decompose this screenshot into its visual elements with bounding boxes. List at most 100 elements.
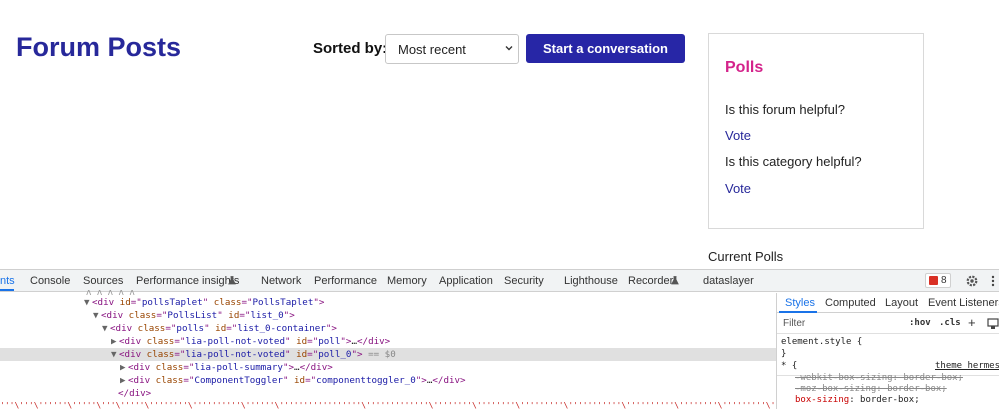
gear-icon[interactable] — [965, 274, 979, 288]
dom-node[interactable]: ▶ <div class="ComponentToggler" id="compo… — [0, 374, 776, 387]
attr-name: class — [132, 323, 166, 334]
tab-lighthouse[interactable]: Lighthouse — [564, 275, 618, 287]
add-rule-icon[interactable]: + — [968, 315, 976, 330]
expand-arrow-icon: ▶ — [120, 375, 126, 386]
attr-value: lia-poll-not-voted — [185, 336, 285, 347]
dom-node-selected[interactable]: ▼ <div class="lia-poll-not-voted" id="pol… — [0, 348, 776, 361]
tab-network[interactable]: Network — [261, 275, 301, 287]
tab-application[interactable]: Application — [439, 275, 493, 287]
css-declaration[interactable]: -webkit-box-sizing: border-box; — [795, 373, 963, 383]
attr-name: id — [288, 375, 306, 386]
rule-source-link[interactable]: theme_hermes. — [935, 361, 999, 371]
attr-value: lia-poll-not-voted — [185, 349, 285, 360]
collapse-arrow-icon: ▼ — [111, 349, 117, 360]
filter-input[interactable]: Filter — [783, 318, 805, 329]
attr-punct: =" — [174, 336, 186, 347]
collapse-arrow-icon: ▼ — [102, 323, 108, 334]
tab-memory[interactable]: Memory — [387, 275, 427, 287]
tab-layout[interactable]: Layout — [885, 297, 918, 309]
closing-tag: </div> — [432, 375, 466, 386]
start-conversation-button[interactable]: Start a conversation — [526, 34, 685, 63]
tab-elements[interactable]: nts — [0, 275, 15, 287]
devtools-tabbar: nts Console Sources Performance insights… — [0, 270, 999, 292]
tab-security[interactable]: Security — [504, 275, 544, 287]
attr-punct: =" — [239, 310, 251, 321]
tag-name: <div — [110, 323, 133, 334]
dom-node[interactable]: ▼ <div id="pollsTaplet" class="PollsTaple… — [0, 296, 776, 309]
styles-tabbar: Styles Computed Layout Event Listeners — [777, 293, 999, 313]
computed-toggle-icon[interactable] — [987, 318, 999, 330]
tab-recorder[interactable]: Recorder — [628, 275, 673, 287]
attr-name: id — [222, 310, 240, 321]
attr-name: id — [114, 297, 131, 308]
dom-node[interactable]: ▶ <div class="lia-poll-summary">…</div> — [0, 361, 776, 374]
vote-link-2[interactable]: Vote — [725, 181, 751, 196]
collapse-arrow-icon: ▼ — [84, 297, 90, 308]
active-tab-indicator — [0, 289, 14, 291]
element-style-rule[interactable]: element.style { — [781, 337, 862, 347]
devtools-panel: nts Console Sources Performance insights… — [0, 269, 999, 409]
polls-card: Polls Is this forum helpful? Vote Is thi… — [708, 33, 924, 229]
experiment-flask-icon — [671, 276, 679, 285]
dom-node[interactable]: ▼ <div class="polls" id="list_0-container… — [0, 322, 776, 335]
dom-node[interactable]: </div> — [0, 387, 776, 400]
attr-punct: =" — [226, 323, 238, 334]
issue-flag-icon — [929, 276, 938, 285]
issues-badge[interactable]: 8 — [925, 273, 951, 288]
node-ref: == $0 — [362, 349, 396, 360]
attr-punct: =" — [307, 349, 319, 360]
attr-punct: =" — [241, 297, 253, 308]
tab-dataslayer[interactable]: dataslayer — [703, 275, 754, 287]
css-property: box-sizing — [795, 395, 850, 405]
rule-close-brace: } — [781, 349, 787, 359]
closing-tag: </div> — [299, 362, 333, 373]
polls-title: Polls — [725, 59, 764, 76]
attr-punct: =" — [156, 310, 168, 321]
css-declaration[interactable]: box-sizing: border-box; — [795, 395, 920, 405]
breadcrumb[interactable]: '''\'''\''''''\'''''\'''\'''''\''''''''\… — [0, 402, 776, 409]
page-title: Forum Posts — [16, 32, 182, 62]
tab-performance-insights[interactable]: Performance insights — [136, 275, 239, 287]
tab-event-listeners[interactable]: Event Listeners — [928, 297, 999, 309]
tab-console[interactable]: Console — [30, 275, 70, 287]
hover-state-toggle[interactable]: :hov — [909, 318, 931, 328]
tag-name: <div — [119, 349, 142, 360]
css-value: : border-box; — [876, 384, 947, 394]
tab-performance[interactable]: Performance — [314, 275, 377, 287]
attr-punct: =" — [307, 336, 319, 347]
css-value: : border-box; — [849, 395, 920, 405]
attr-name: class — [123, 310, 157, 321]
tag-name: <div — [128, 375, 151, 386]
tag-name: <div — [128, 362, 151, 373]
dom-node[interactable]: ▼ <div class="PollsList" id="list_0"> — [0, 309, 776, 322]
attr-name: class — [208, 297, 242, 308]
attr-value: PollsTaplet — [252, 297, 314, 308]
closing-tag: </div> — [118, 388, 152, 399]
attr-value: poll — [318, 336, 341, 347]
tag-name: <div — [92, 297, 115, 308]
collapse-arrow-icon: ▼ — [93, 310, 99, 321]
css-property: -moz-box-sizing — [795, 384, 877, 394]
tab-computed[interactable]: Computed — [825, 297, 876, 309]
expand-arrow-icon: ▶ — [120, 362, 126, 373]
universal-rule-selector[interactable]: * { — [781, 361, 797, 371]
tab-styles[interactable]: Styles — [785, 297, 815, 309]
tag-bracket: > — [331, 323, 337, 334]
tag-bracket: > — [289, 310, 295, 321]
attr-punct: =" — [165, 323, 177, 334]
css-property: -webkit-box-sizing — [795, 373, 893, 383]
attr-punct: =" — [130, 297, 142, 308]
css-declaration[interactable]: -moz-box-sizing: border-box; — [795, 384, 947, 394]
poll-question-2: Is this category helpful? — [725, 154, 862, 169]
css-value: : border-box; — [892, 373, 963, 383]
vote-link-1[interactable]: Vote — [725, 128, 751, 143]
tag-name: <div — [101, 310, 124, 321]
elements-tree[interactable]: ʌ ʌ ʌ ʌ ʌ ▼ <div id="pollsTaplet" class="… — [0, 288, 776, 409]
sort-select[interactable]: Most recent — [385, 34, 519, 64]
attr-value: list_0 — [250, 310, 284, 321]
more-options-icon[interactable] — [990, 274, 996, 288]
dom-node[interactable]: ▶ <div class="lia-poll-not-voted" id="pol… — [0, 335, 776, 348]
class-toggle[interactable]: .cls — [939, 318, 961, 328]
chevron-down-icon — [505, 46, 513, 51]
tab-sources[interactable]: Sources — [83, 275, 123, 287]
